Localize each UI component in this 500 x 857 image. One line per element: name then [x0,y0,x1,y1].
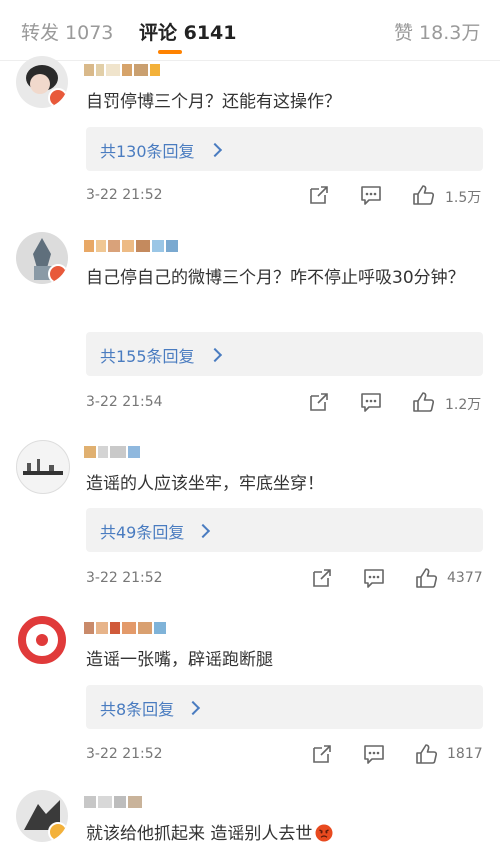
share-icon[interactable] [311,743,333,765]
replies-box[interactable]: 共155条回复 [86,332,483,376]
comment-time: 3-22 21:52 [86,187,163,203]
tab-comments[interactable]: 评论 6141 [139,18,237,45]
comment-tabs: 转发 1073 评论 6141 赞 18.3万 [0,0,500,62]
like-count: 1817 [447,746,483,762]
comment-time: 3-22 21:52 [86,570,163,586]
comment-text: 造谣一张嘴，辟谣跑断腿 [86,650,273,670]
username-pixelated[interactable] [84,446,142,460]
comment-text: 就该给他抓起来 造谣别人去世 [86,820,476,848]
comment-time: 3-22 21:54 [86,394,163,410]
comment-text: 造谣的人应该坐牢，牢底坐穿！ [86,474,324,494]
avatar-image [18,616,66,664]
avatar[interactable] [16,232,68,284]
comment-icon[interactable] [363,567,385,589]
replies-link[interactable]: 共155条回复 [100,343,195,367]
avatar[interactable] [16,790,68,842]
active-tab-indicator [158,50,182,54]
comment-text: 自己停自己的微博三个月？咋不停止呼吸30分钟？ [86,268,465,288]
avatar-image [23,459,63,475]
comment-text-content: 就该给他抓起来 造谣别人去世 [86,824,313,844]
share-icon[interactable] [311,567,333,589]
replies-link[interactable]: 共130条回复 [100,138,195,162]
comment-text: 自罚停博三个月？还能有这操作？ [86,92,341,112]
angry-emoji-icon [315,824,333,842]
like-count: 1.5万 [445,190,482,206]
like-icon[interactable] [415,567,437,589]
replies-box[interactable]: 共130条回复 [86,127,483,171]
chevron-right-icon [207,142,223,158]
like-count: 4377 [447,570,483,586]
comment-icon[interactable] [360,184,382,206]
like-icon[interactable] [412,391,434,413]
chevron-right-icon [207,347,223,363]
chevron-right-icon [195,523,211,539]
comment-icon[interactable] [360,391,382,413]
username-pixelated[interactable] [84,622,168,636]
comment-time: 3-22 21:52 [86,746,163,762]
verified-badge-icon [48,822,68,842]
username-pixelated[interactable] [84,796,144,810]
replies-box[interactable]: 共8条回复 [86,685,483,729]
share-icon[interactable] [308,391,330,413]
verified-badge-icon [48,264,68,284]
tab-likes[interactable]: 赞 18.3万 [394,18,480,45]
replies-link[interactable]: 共8条回复 [100,696,174,720]
avatar[interactable] [16,440,70,494]
like-icon[interactable] [415,743,437,765]
comment-icon[interactable] [363,743,385,765]
chevron-right-icon [185,700,201,716]
avatar[interactable] [16,614,68,666]
replies-link[interactable]: 共49条回复 [100,519,184,543]
username-pixelated[interactable] [84,240,180,254]
avatar[interactable] [16,56,68,108]
like-count: 1.2万 [445,397,482,413]
divider [0,60,500,61]
like-icon[interactable] [412,184,434,206]
tab-repost[interactable]: 转发 1073 [21,18,113,45]
replies-box[interactable]: 共49条回复 [86,508,483,552]
share-icon[interactable] [308,184,330,206]
verified-badge-icon [48,88,68,108]
username-pixelated[interactable] [84,64,162,78]
